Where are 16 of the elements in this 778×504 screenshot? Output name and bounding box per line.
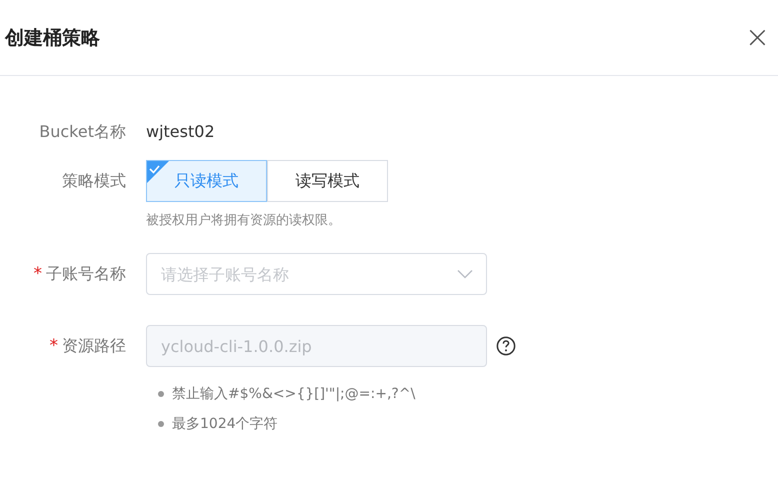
hint-text: 被授权用户将拥有资源的读权限。 bbox=[146, 212, 342, 229]
select-field[interactable]: 请选择子账号名称 bbox=[146, 253, 487, 295]
close-button[interactable]: × bbox=[740, 22, 774, 52]
chevron-down-icon bbox=[457, 269, 473, 279]
rule-text: 禁止输入#$%&<>{}[]'"|;@=:+,?^\ bbox=[172, 385, 416, 403]
field-label: Bucket名称 bbox=[39, 122, 126, 142]
required-mark: * bbox=[34, 264, 42, 284]
rule-text: 最多1024个字符 bbox=[172, 415, 278, 433]
dialog-title: 创建桶策略 bbox=[5, 26, 100, 50]
field-label: 资源路径 bbox=[62, 336, 126, 356]
field-label: 子账号名称 bbox=[46, 264, 126, 284]
field-label: 策略模式 bbox=[62, 170, 126, 192]
bucket-name: wjtest02 bbox=[146, 121, 215, 143]
required-mark: * bbox=[50, 336, 58, 356]
mode-option[interactable]: 读写模式 bbox=[267, 160, 388, 202]
check-corner-icon bbox=[147, 161, 169, 183]
